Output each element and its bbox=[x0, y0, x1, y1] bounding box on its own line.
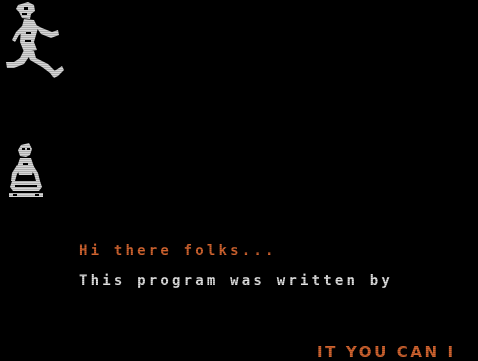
credit-text: This program was written by bbox=[79, 273, 393, 289]
greeting-text: Hi there folks... bbox=[79, 243, 277, 259]
game-screen: Hi there folks... This program was writt… bbox=[0, 0, 478, 361]
scroller-text: IT YOU CAN I bbox=[317, 343, 456, 361]
running-figure-icon bbox=[6, 2, 64, 78]
seated-figure-icon bbox=[9, 143, 43, 197]
